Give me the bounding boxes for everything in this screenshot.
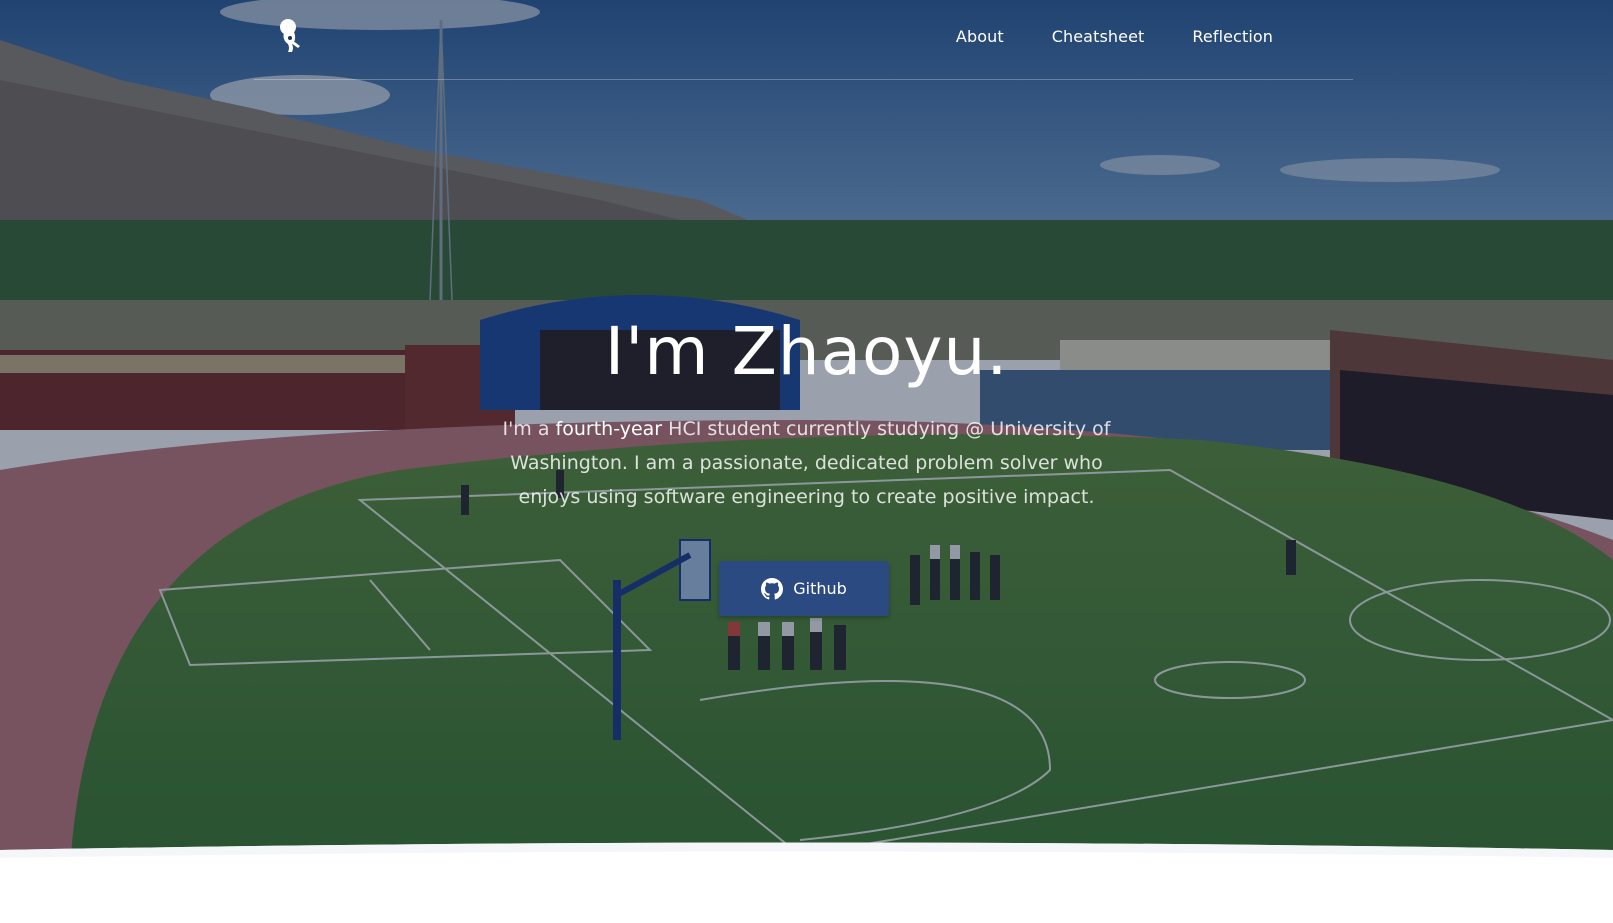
- nav-about-link[interactable]: About: [956, 24, 1004, 50]
- hero-bottom-curve: [0, 842, 1613, 923]
- rocket-person-icon[interactable]: [276, 18, 306, 54]
- top-navigation: About Cheatsheet Reflection: [254, 0, 1353, 80]
- nav-cheatsheet-link[interactable]: Cheatsheet: [1052, 24, 1145, 50]
- hero-intro: I'm a fourth-year HCI student currently …: [500, 412, 1113, 514]
- hero-title: I'm Zhaoyu.: [604, 313, 1009, 390]
- github-button-label: Github: [793, 579, 847, 598]
- intro-prefix: I'm a: [502, 418, 556, 440]
- github-button[interactable]: Github: [719, 561, 889, 616]
- intro-highlight: fourth-year: [555, 418, 663, 440]
- nav-links: About Cheatsheet Reflection: [908, 24, 1273, 50]
- nav-reflection-link[interactable]: Reflection: [1192, 24, 1273, 50]
- github-icon: [761, 577, 784, 599]
